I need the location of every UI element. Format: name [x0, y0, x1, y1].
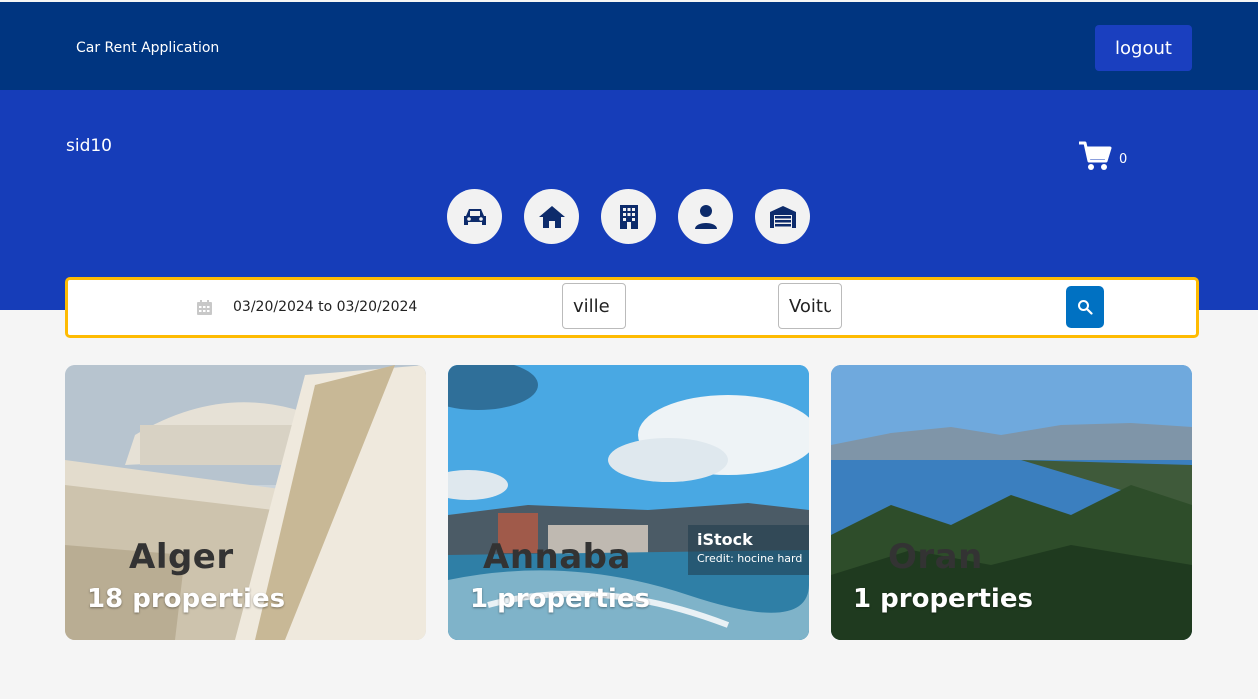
search-icon	[1078, 300, 1093, 315]
istock-watermark: iStock	[697, 530, 753, 549]
home-icon	[538, 205, 565, 228]
cart-count: 0	[1119, 152, 1128, 167]
search-button[interactable]	[1066, 286, 1104, 328]
car-input[interactable]	[778, 283, 842, 329]
building-nav-button[interactable]	[601, 189, 656, 244]
city-name: Alger	[129, 537, 234, 577]
home-nav-button[interactable]	[524, 189, 579, 244]
city-name: Oran	[888, 537, 983, 577]
property-count: 18 properties	[87, 584, 286, 614]
category-nav	[447, 189, 810, 244]
car-icon	[463, 208, 486, 225]
building-icon	[619, 204, 638, 229]
cart-icon[interactable]	[1078, 140, 1112, 172]
user-nav-button[interactable]	[678, 189, 733, 244]
search-bar: 03/20/2024 to 03/20/2024	[65, 277, 1199, 338]
top-navbar: Car Rent Application logout	[0, 2, 1258, 90]
user-icon	[694, 204, 717, 229]
city-card-oran[interactable]: Oran 1 properties	[831, 365, 1192, 640]
calendar-icon	[197, 300, 212, 315]
city-input[interactable]	[562, 283, 626, 329]
city-card-alger[interactable]: Alger 18 properties	[65, 365, 426, 640]
logout-button[interactable]: logout	[1095, 25, 1192, 71]
username-label: sid10	[66, 136, 113, 156]
city-card-annaba[interactable]: iStock Credit: hocine hard Annaba 1 prop…	[448, 365, 809, 640]
car-nav-button[interactable]	[447, 189, 502, 244]
garage-icon	[769, 205, 796, 228]
app-title: Car Rent Application	[76, 40, 220, 56]
istock-credit: Credit: hocine hard	[697, 552, 803, 565]
garage-nav-button[interactable]	[755, 189, 810, 244]
city-name: Annaba	[483, 537, 631, 577]
property-count: 1 properties	[470, 584, 650, 614]
property-count: 1 properties	[853, 584, 1033, 614]
date-range-picker[interactable]: 03/20/2024 to 03/20/2024	[233, 299, 417, 315]
